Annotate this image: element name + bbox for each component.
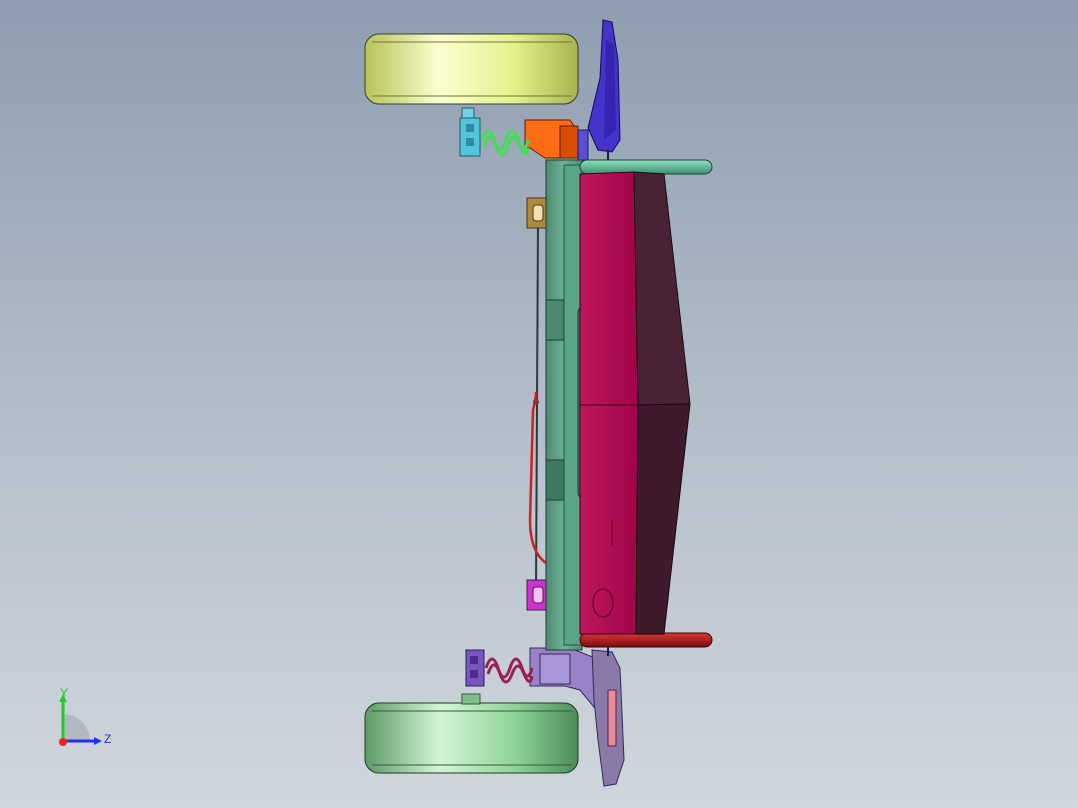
- lower-spring: [484, 657, 534, 684]
- body-side[interactable]: [633, 171, 691, 635]
- body-panel[interactable]: [579, 171, 639, 635]
- y-axis-label: Y: [60, 686, 69, 700]
- bottom-wheel[interactable]: [364, 693, 579, 774]
- orientation-triad: Y Z: [48, 686, 128, 756]
- upper-bracket[interactable]: [524, 119, 589, 161]
- z-axis-label: Z: [104, 732, 112, 746]
- bottom-rod[interactable]: [579, 632, 713, 648]
- cad-viewport[interactable]: Y Z: [0, 0, 1078, 808]
- steering-link[interactable]: [535, 219, 539, 591]
- x-axis-dot: [59, 738, 67, 746]
- upper-shock-absorber[interactable]: [459, 107, 530, 157]
- upper-spring: [480, 129, 530, 157]
- top-rod[interactable]: [579, 159, 713, 175]
- assembly-model[interactable]: [0, 0, 1078, 808]
- lower-shock-absorber[interactable]: [465, 649, 534, 687]
- rear-wing[interactable]: [591, 640, 625, 787]
- top-wheel[interactable]: [364, 33, 579, 105]
- front-wing[interactable]: [587, 19, 621, 162]
